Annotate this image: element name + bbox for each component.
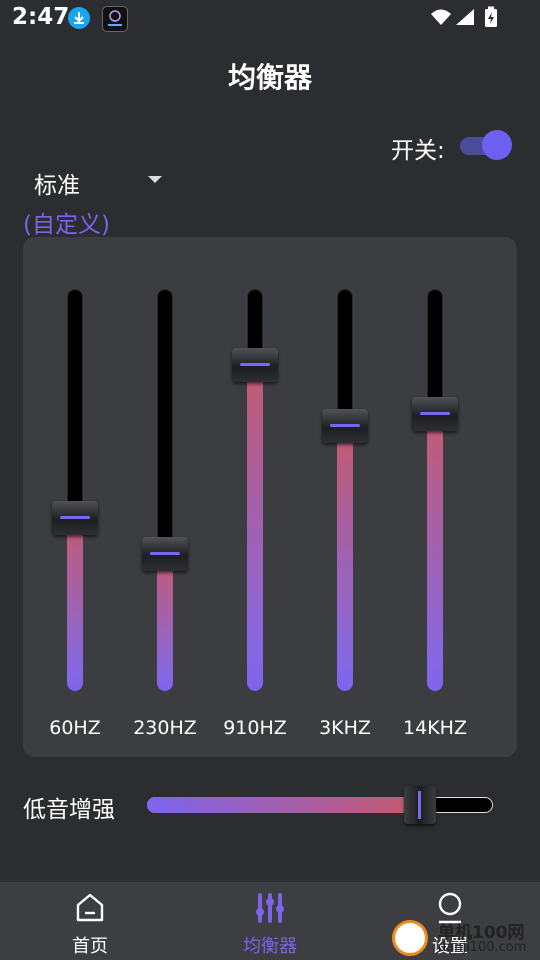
knob-indicator — [420, 411, 450, 415]
power-switch-label: 开关: — [391, 138, 445, 164]
watermark-logo-icon — [392, 920, 428, 956]
preset-dropdown[interactable]: 标准 — [34, 162, 174, 199]
page-title: 均衡器 — [227, 61, 312, 94]
preset-selected-value: 标准 — [34, 173, 80, 199]
download-icon — [68, 7, 90, 29]
band-slider-fill — [247, 365, 263, 691]
band-label: 3KHZ — [319, 717, 371, 739]
band-slider-knob[interactable] — [322, 408, 368, 443]
knob-indicator — [60, 516, 90, 520]
toggle-thumb — [482, 130, 512, 160]
band-slider-fill — [67, 518, 83, 691]
bass-slider-knob[interactable] — [404, 786, 437, 824]
status-bar: 2:47 — [0, 0, 540, 36]
band-60hz: 60HZ — [30, 237, 120, 757]
band-label: 910HZ — [223, 717, 287, 739]
bass-slider-fill — [147, 797, 421, 813]
knob-indicator — [330, 423, 360, 427]
band-3khz: 3KHZ — [300, 237, 390, 757]
status-time: 2:47 — [12, 4, 70, 30]
band-230hz: 230HZ — [120, 237, 210, 757]
knob-indicator — [150, 552, 180, 556]
knob-indicator — [240, 363, 270, 367]
band-910hz: 910HZ — [210, 237, 300, 757]
app-notification-icon — [102, 6, 128, 32]
home-icon — [74, 892, 106, 928]
band-label: 230HZ — [133, 717, 197, 739]
band-slider-knob[interactable] — [412, 396, 458, 431]
equalizer-icon — [254, 892, 286, 928]
band-label: 60HZ — [49, 717, 101, 739]
band-slider-fill — [337, 425, 353, 691]
band-slider-knob[interactable] — [142, 537, 188, 572]
band-slider-knob[interactable] — [232, 348, 278, 383]
bass-boost-slider[interactable] — [147, 786, 493, 824]
band-slider-knob[interactable] — [52, 501, 98, 536]
nav-home[interactable]: 首页 — [0, 882, 180, 960]
watermark-url: danji100.com — [438, 940, 527, 955]
band-slider-fill — [157, 554, 173, 691]
band-14khz: 14KHZ — [390, 237, 480, 757]
nav-equalizer-label: 均衡器 — [243, 936, 297, 957]
dropdown-arrow-icon — [148, 176, 162, 183]
custom-preset-label: (自定义) — [23, 212, 110, 238]
power-toggle[interactable] — [460, 130, 512, 160]
watermark: 单机100网 danji100.com — [392, 918, 540, 960]
battery-charging-icon — [484, 6, 498, 32]
bass-boost-label: 低音增强 — [23, 797, 115, 823]
band-label: 14KHZ — [403, 717, 467, 739]
wifi-icon — [430, 8, 452, 30]
knob-indicator — [418, 791, 422, 819]
nav-home-label: 首页 — [72, 936, 108, 957]
cell-signal-icon — [455, 8, 475, 30]
nav-equalizer[interactable]: 均衡器 — [180, 882, 360, 960]
band-slider-fill — [427, 413, 443, 691]
equalizer-panel: 60HZ 230HZ 910HZ 3KHZ 14KHZ — [23, 237, 517, 757]
